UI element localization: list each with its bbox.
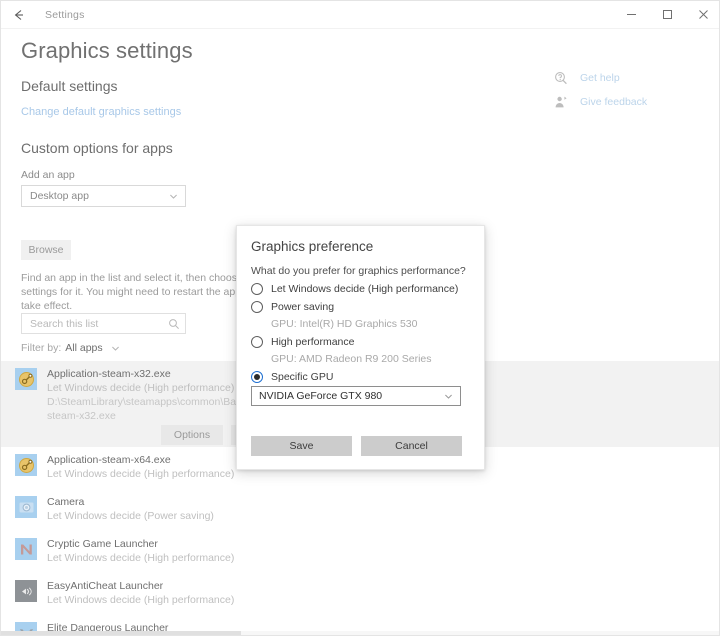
specific-gpu-dropdown[interactable]: NVIDIA GeForce GTX 980 <box>251 386 461 406</box>
high-performance-gpu-note: GPU: AMD Radeon R9 200 Series <box>271 353 432 365</box>
horizontal-scrollbar[interactable] <box>1 631 719 635</box>
scrollbar-thumb[interactable] <box>1 631 241 635</box>
radio-icon <box>251 336 263 348</box>
radio-icon <box>251 301 263 313</box>
maximize-icon[interactable] <box>649 1 685 29</box>
radio-let-windows-decide[interactable]: Let Windows decide (High performance) <box>251 280 473 298</box>
chevron-down-icon <box>443 391 454 402</box>
power-saving-gpu-note: GPU: Intel(R) HD Graphics 530 <box>271 318 418 330</box>
close-icon[interactable] <box>685 1 719 29</box>
minimize-icon[interactable] <box>613 1 649 29</box>
graphics-preference-dialog: Graphics preference What do you prefer f… <box>236 225 485 470</box>
radio-label: Power saving <box>271 301 335 313</box>
radio-label: High performance <box>271 336 355 348</box>
radio-specific-gpu[interactable]: Specific GPU <box>251 368 473 386</box>
radio-high-performance[interactable]: High performance <box>251 333 473 351</box>
radio-label: Specific GPU <box>271 371 334 383</box>
radio-icon-selected <box>251 371 263 383</box>
back-arrow-icon[interactable] <box>1 1 37 29</box>
save-button[interactable]: Save <box>251 436 352 456</box>
graphics-preference-radio-group: Let Windows decide (High performance) Po… <box>251 280 473 386</box>
dialog-buttons: Save Cancel <box>251 436 462 456</box>
cancel-button[interactable]: Cancel <box>361 436 462 456</box>
window-title: Settings <box>45 8 85 21</box>
specific-gpu-value: NVIDIA GeForce GTX 980 <box>259 390 383 402</box>
radio-label: Let Windows decide (High performance) <box>271 283 459 295</box>
dialog-question: What do you prefer for graphics performa… <box>251 265 466 277</box>
dialog-title: Graphics preference <box>251 239 374 254</box>
settings-window: Settings Graphics settings Default setti… <box>0 0 720 636</box>
radio-icon <box>251 283 263 295</box>
title-bar: Settings <box>1 1 719 29</box>
settings-page: Graphics settings Default settings Chang… <box>1 29 719 635</box>
radio-power-saving[interactable]: Power saving <box>251 298 473 316</box>
